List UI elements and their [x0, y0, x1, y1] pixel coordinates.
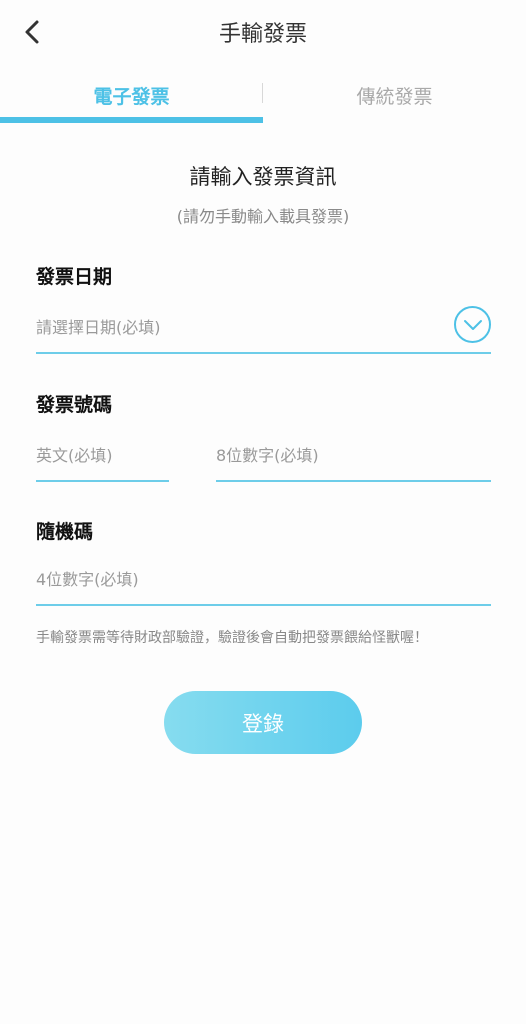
header: 手輸發票: [0, 0, 526, 64]
date-dropdown-button[interactable]: [454, 306, 491, 343]
invoice-digits-field-wrapper: [216, 430, 491, 482]
tab-traditional-invoice[interactable]: 傳統發票: [263, 72, 526, 124]
chevron-left-icon: [25, 20, 39, 44]
random-code-field-wrapper: [36, 555, 491, 606]
invoice-digits-input[interactable]: [216, 430, 491, 480]
form-subheading: (請勿手動輸入載具發票): [176, 207, 350, 226]
chevron-down-icon: [463, 319, 482, 330]
invoice-type-tabs: 電子發票 傳統發票: [0, 72, 526, 124]
random-code-input[interactable]: [36, 555, 491, 604]
invoice-date-input[interactable]: [36, 302, 436, 352]
submit-button[interactable]: 登錄: [164, 691, 362, 754]
form-heading: 請輸入發票資訊: [189, 165, 337, 189]
invoice-date-label: 發票日期: [36, 266, 113, 288]
invoice-letters-field-wrapper: [36, 430, 169, 482]
invoice-date-field-wrapper: [36, 302, 491, 354]
invoice-number-label: 發票號碼: [36, 394, 113, 416]
random-code-label: 隨機碼: [36, 521, 94, 543]
manual-invoice-screen: 手輸發票 電子發票 傳統發票 請輸入發票資訊 (請勿手動輸入載具發票) 發票日期…: [0, 0, 526, 1024]
verification-note: 手輸發票需等待財政部驗證，驗證後會自動把發票餵給怪獸喔！: [36, 630, 428, 646]
invoice-letters-input[interactable]: [36, 430, 169, 480]
back-button[interactable]: [14, 12, 50, 52]
page-title: 手輸發票: [218, 22, 307, 47]
active-tab-indicator: [0, 117, 263, 123]
